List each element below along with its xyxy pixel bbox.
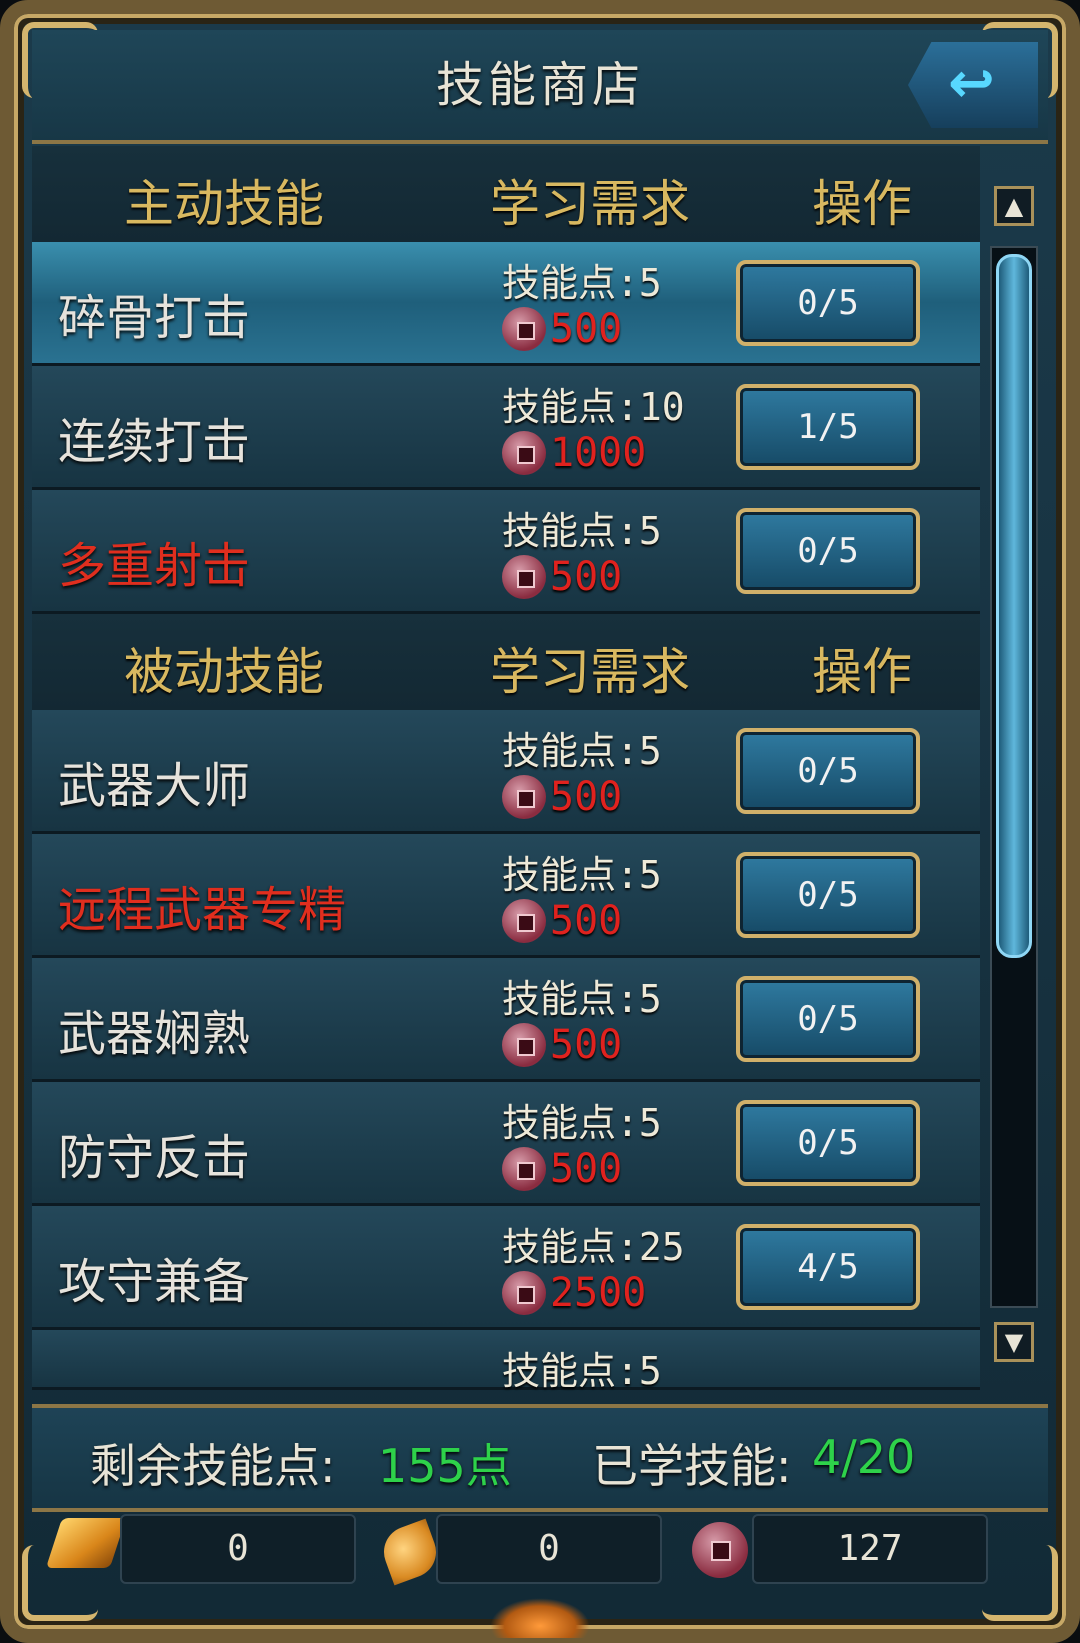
skill-row[interactable]: 武器大师 技能点:5 500 0/5: [32, 710, 980, 834]
copper-coin-icon: [502, 555, 546, 599]
skill-point-requirement: 技能点:5: [502, 1101, 662, 1145]
column-requirement: 学习需求: [490, 643, 690, 701]
learn-skill-button[interactable]: 1/5: [736, 384, 920, 470]
skill-point-requirement: 技能点:5: [502, 261, 662, 305]
cost-value: 500: [550, 554, 623, 600]
skill-cost: 500: [502, 306, 622, 356]
leaf-amount: 0: [436, 1514, 662, 1584]
currency-bar: 0 0 127: [32, 1508, 1048, 1592]
cost-value: 500: [550, 774, 623, 820]
skill-list: 主动技能 学习需求 操作 碎骨打击 技能点:5 500 0/5 连续打击 技能点:10 10…: [32, 146, 980, 1400]
scroll-down-icon: ▼: [1004, 1328, 1024, 1356]
skill-point-requirement: 技能点:5: [502, 729, 662, 773]
skill-cost: 2500: [502, 1270, 646, 1320]
copper-coin-icon: [502, 775, 546, 819]
skill-point-requirement: 技能点:5: [502, 509, 662, 553]
skill-row[interactable]: 远程武器专精 技能点:5 500 0/5: [32, 834, 980, 958]
bottom-ornament: [490, 1598, 590, 1638]
copper-coin-icon: [502, 307, 546, 351]
gold-amount: 0: [120, 1514, 356, 1584]
column-skill-name: 被动技能: [124, 643, 324, 701]
skill-point-requirement: 技能点:5: [502, 1349, 662, 1393]
skill-point-requirement: 技能点:5: [502, 853, 662, 897]
skill-name: 防守反击: [58, 1130, 251, 1186]
learn-skill-button[interactable]: 0/5: [736, 508, 920, 594]
skill-cost: 500: [502, 1146, 622, 1196]
column-skill-name: 主动技能: [124, 175, 324, 233]
scrollbar-track[interactable]: [990, 246, 1038, 1308]
skill-row[interactable]: 多重射击 技能点:5 500 0/5: [32, 490, 980, 614]
skill-cost: 500: [502, 898, 622, 948]
learn-skill-button[interactable]: 0/5: [736, 852, 920, 938]
scrollbar-thumb[interactable]: [996, 254, 1032, 958]
copper-coin-icon: [502, 1023, 546, 1067]
learned-skills-label: 已学技能:: [592, 1439, 792, 1493]
skill-row[interactable]: 碎骨打击 技能点:5 500 0/5: [32, 242, 980, 366]
copper-coin-icon: [692, 1522, 748, 1578]
learn-skill-button[interactable]: 0/5: [736, 1100, 920, 1186]
active-skills-header: 主动技能 学习需求 操作: [32, 146, 980, 242]
title-bar: 技能商店 ↩: [32, 30, 1048, 144]
scroll-down-button[interactable]: ▼: [994, 1322, 1034, 1362]
copper-coin-icon: [502, 899, 546, 943]
cost-value: 500: [550, 1146, 623, 1192]
skill-row[interactable]: 技能点:5: [32, 1330, 980, 1393]
skill-name: 武器大师: [58, 758, 251, 814]
column-requirement: 学习需求: [490, 175, 690, 233]
remaining-points-label: 剩余技能点:: [90, 1439, 336, 1493]
skill-name: 远程武器专精: [58, 882, 347, 938]
back-arrow-icon: ↩: [948, 51, 995, 116]
cost-value: 1000: [550, 430, 647, 476]
copper-coin-icon: [502, 1147, 546, 1191]
skill-row[interactable]: 武器娴熟 技能点:5 500 0/5: [32, 958, 980, 1082]
skill-name: 连续打击: [58, 414, 251, 470]
back-button[interactable]: ↩: [908, 42, 1038, 128]
skill-name: 武器娴熟: [58, 1006, 251, 1062]
gold-ingot-icon: [45, 1518, 127, 1568]
scroll-up-icon: ▲: [1004, 192, 1024, 220]
skill-name: 攻守兼备: [58, 1254, 251, 1310]
column-operation: 操作: [812, 643, 912, 701]
skill-name: 多重射击: [58, 538, 251, 594]
skill-row[interactable]: 攻守兼备 技能点:25 2500 4/5: [32, 1206, 980, 1330]
skill-summary-bar: 剩余技能点: 155点 已学技能: 4/20: [32, 1404, 1048, 1512]
scroll-up-button[interactable]: ▲: [994, 186, 1034, 226]
skill-row[interactable]: 连续打击 技能点:10 1000 1/5: [32, 366, 980, 490]
learned-skills-value: 4/20: [812, 1430, 916, 1484]
copper-coin-icon: [502, 1271, 546, 1315]
skill-cost: 500: [502, 554, 622, 604]
learn-skill-button[interactable]: 0/5: [736, 976, 920, 1062]
learn-skill-button[interactable]: 0/5: [736, 728, 920, 814]
cost-value: 500: [550, 1022, 623, 1068]
skill-point-requirement: 技能点:10: [502, 385, 685, 429]
coin-amount: 127: [752, 1514, 988, 1584]
page-title: 技能商店: [435, 57, 644, 113]
golden-leaf-icon: [376, 1518, 444, 1586]
copper-coin-icon: [502, 431, 546, 475]
skill-point-requirement: 技能点:5: [502, 977, 662, 1021]
skill-point-requirement: 技能点:25: [502, 1225, 685, 1269]
cost-value: 500: [550, 898, 623, 944]
cost-value: 2500: [550, 1270, 647, 1316]
skill-cost: 500: [502, 1022, 622, 1072]
skill-row[interactable]: 防守反击 技能点:5 500 0/5: [32, 1082, 980, 1206]
skill-cost: 1000: [502, 430, 646, 480]
column-operation: 操作: [812, 175, 912, 233]
learn-skill-button[interactable]: 0/5: [736, 260, 920, 346]
skill-name: 碎骨打击: [58, 290, 251, 346]
remaining-points-value: 155点: [378, 1439, 512, 1493]
skill-cost: 500: [502, 774, 622, 824]
passive-skills-header: 被动技能 学习需求 操作: [32, 614, 980, 710]
learn-skill-button[interactable]: 4/5: [736, 1224, 920, 1310]
cost-value: 500: [550, 306, 623, 352]
